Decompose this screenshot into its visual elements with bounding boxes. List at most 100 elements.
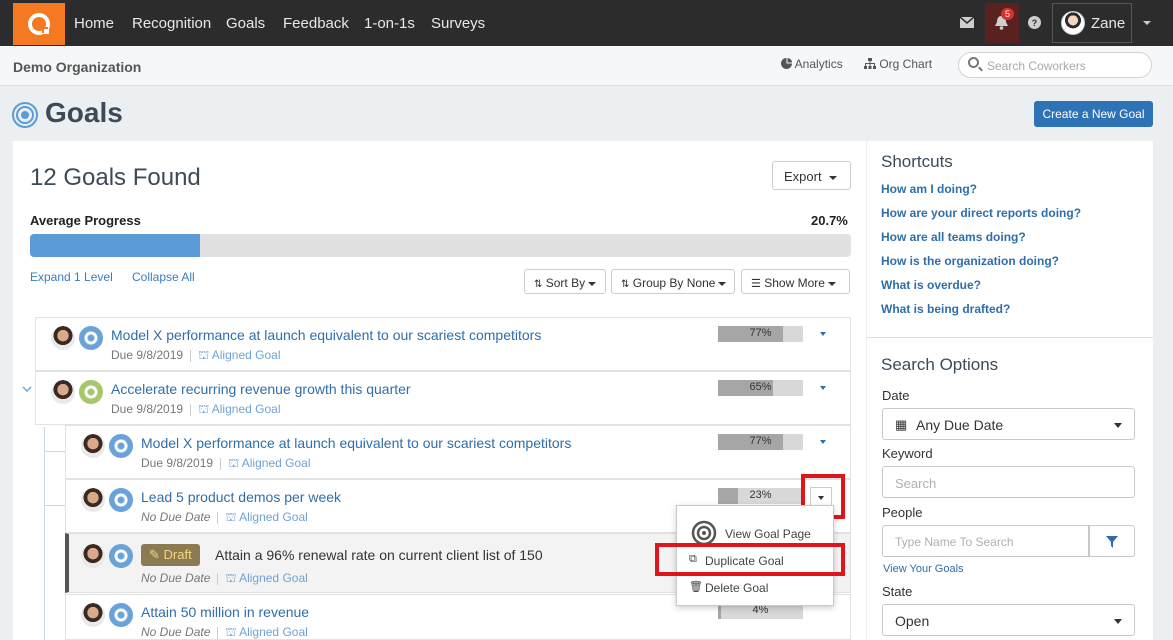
goal-actions-caret-icon[interactable] [820,386,826,390]
search-coworkers-input[interactable]: Search Coworkers [958,52,1152,78]
user-menu[interactable]: Zane [1052,3,1132,43]
create-goal-button[interactable]: Create a New Goal [1034,101,1153,127]
goal-row[interactable]: Model X performance at launch equivalent… [65,425,851,479]
goal-progress-bar: 65% [718,380,803,396]
goal-actions-caret-icon[interactable] [820,332,826,336]
search-coworkers-placeholder: Search Coworkers [987,59,1086,73]
aligned-goal-link[interactable]: Aligned Goal [212,402,281,416]
menu-view-goal-label: View Goal Page [725,527,811,541]
nav-surveys[interactable]: Surveys [431,15,485,32]
draft-badge: ✎ Draft [141,544,200,566]
user-menu-toggle[interactable] [1133,3,1157,43]
sort-icon: ⇅ [534,279,543,290]
export-button[interactable]: Export [772,161,851,190]
goal-row[interactable]: Accelerate recurring revenue growth this… [35,371,851,425]
trash-icon: 🗑 [689,581,703,593]
sitemap-icon [864,58,876,69]
aligned-goal-link[interactable]: Aligned Goal [212,348,281,362]
nav-recognition[interactable]: Recognition [132,15,211,32]
shortcut-link[interactable]: How am I doing? [881,182,977,196]
shortcut-link[interactable]: How are all teams doing? [881,230,1026,244]
search-options-title: Search Options [881,355,999,374]
goal-meta: Due 9/8/2019 ⛫ Aligned Goal [111,348,280,364]
goal-actions-caret-icon[interactable] [820,440,826,444]
nav-goals[interactable]: Goals [226,15,265,32]
org-chart-link[interactable]: Org Chart [864,57,932,71]
goal-title[interactable]: Accelerate recurring revenue growth this… [111,381,411,397]
nav-home[interactable]: Home [74,15,114,32]
notification-badge: 5 [1001,8,1015,20]
logo-icon [28,13,50,35]
goal-title[interactable]: Attain 50 million in revenue [141,604,309,620]
average-progress-label: Average Progress [30,213,141,228]
goal-progress-value: 23% [749,489,772,501]
goal-target-icon [109,434,133,458]
date-select[interactable]: ▦ Any Due Date [882,408,1135,440]
divider [867,337,1153,338]
avatar [81,603,105,627]
expand-level-link[interactable]: Expand 1 Level [30,270,113,284]
group-by-button[interactable]: ⇅ Group By None [611,269,735,294]
notifications-button[interactable]: 5 [985,3,1019,43]
goal-target-icon [109,603,133,627]
chevron-down-icon[interactable] [22,386,32,393]
shortcut-link[interactable]: How are your direct reports doing? [881,206,1081,220]
sidebar: Shortcuts How am I doing? How are your d… [867,141,1153,640]
show-more-button[interactable]: ☰ Show More [741,269,850,294]
caret-down-icon [1114,619,1122,624]
export-label: Export [784,169,822,184]
calendar-icon: ▦ [895,417,908,432]
shortcut-link[interactable]: What is overdue? [881,278,981,292]
goal-row[interactable]: Model X performance at launch equivalent… [35,317,851,371]
tree-connector [44,505,66,506]
nav-1on1s[interactable]: 1-on-1s [364,15,415,32]
caret-down-icon [828,175,837,180]
goal-progress-value: 77% [749,327,772,339]
sitemap-icon: ⛫ [225,571,240,585]
goal-due: No Due Date [141,571,211,585]
keyword-label: Keyword [882,446,933,461]
sort-by-button[interactable]: ⇅ Sort By [524,269,606,294]
show-more-label: Show More [764,276,825,290]
logo[interactable] [13,3,65,45]
state-select[interactable]: Open [882,604,1135,636]
caret-down-icon [718,281,727,286]
keyword-input[interactable]: Search [882,466,1135,498]
goal-progress-bar: 77% [718,434,803,450]
avatar [51,380,75,404]
mail-icon[interactable] [960,17,974,28]
goal-title[interactable]: Attain a 96% renewal rate on current cli… [215,547,543,563]
aligned-goal-link[interactable]: Aligned Goal [242,456,311,470]
shortcut-link[interactable]: How is the organization doing? [881,254,1059,268]
goal-target-icon [12,102,38,128]
sitemap-icon: ⛫ [198,348,212,362]
menu-delete-goal[interactable]: 🗑 Delete Goal [677,579,833,597]
sitemap-icon: ⛫ [225,625,240,639]
aligned-goal-link[interactable]: Aligned Goal [239,510,308,524]
goal-title[interactable]: Model X performance at launch equivalent… [141,435,571,451]
goal-progress-bar: 23% [718,488,803,504]
aligned-goal-link[interactable]: Aligned Goal [239,625,308,639]
goal-meta: No Due Date ⛫ Aligned Goal [141,625,308,640]
collapse-all-link[interactable]: Collapse All [132,270,195,284]
people-label: People [882,505,923,520]
view-your-goals-link[interactable]: View Your Goals [883,563,964,575]
shortcut-link[interactable]: What is being drafted? [881,302,1010,316]
goal-title[interactable]: Model X performance at launch equivalent… [111,327,541,343]
help-icon[interactable]: ? [1028,16,1041,29]
filter-icon [1106,536,1118,548]
people-filter-button[interactable] [1089,525,1135,557]
nav-feedback[interactable]: Feedback [283,15,349,32]
draft-label: Draft [163,547,192,562]
people-input[interactable]: Type Name To Search [882,525,1089,557]
aligned-goal-link[interactable]: Aligned Goal [239,571,308,585]
state-select-value: Open [895,613,930,629]
sitemap-icon: ⛫ [198,402,212,416]
goal-target-icon [79,326,103,350]
goal-title[interactable]: Lead 5 product demos per week [141,489,341,505]
sub-header: Demo Organization Analytics Org Chart Se… [0,46,1173,86]
analytics-link[interactable]: Analytics [781,57,843,71]
chevron-down-icon [1142,21,1151,25]
goal-due: No Due Date [141,625,211,639]
pencil-icon: ✎ [149,547,160,562]
